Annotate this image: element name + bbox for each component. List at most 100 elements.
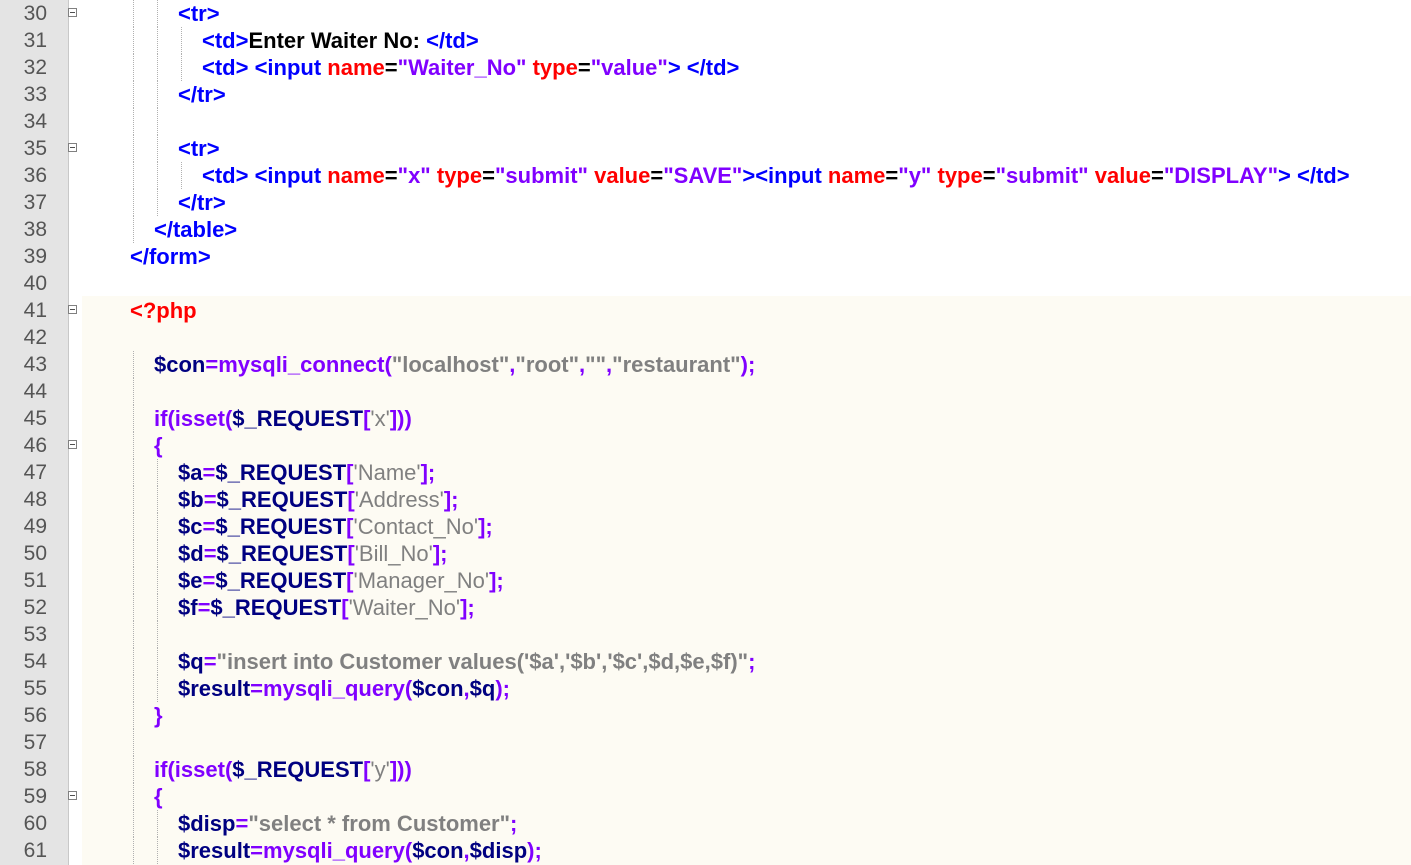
token-op: = bbox=[205, 352, 219, 377]
fold-toggle-icon[interactable] bbox=[68, 440, 77, 449]
token-attr: type bbox=[532, 55, 578, 80]
token-func: mysqli_query bbox=[263, 676, 405, 701]
token-func: mysqli_connect bbox=[218, 352, 385, 377]
indent-guide bbox=[133, 567, 134, 594]
code-line[interactable]: 46 { bbox=[0, 432, 1411, 459]
indent-guide bbox=[133, 729, 134, 756]
line-number: 31 bbox=[23, 29, 47, 52]
code-line[interactable]: 54 $q="insert into Customer values('$a','… bbox=[0, 648, 1411, 675]
indent-guide bbox=[157, 459, 158, 486]
code-text: { bbox=[154, 432, 163, 459]
token-php: <?php bbox=[130, 298, 197, 323]
code-text: <td> <input name="x" type="submit" value… bbox=[202, 162, 1350, 189]
code-line[interactable]: 42 bbox=[0, 324, 1411, 351]
indent-guide bbox=[133, 189, 134, 216]
indent-guide bbox=[133, 0, 134, 27]
code-line[interactable]: 31 <td>Enter Waiter No: </td> bbox=[0, 27, 1411, 54]
fold-toggle-icon[interactable] bbox=[68, 791, 77, 800]
line-number: 44 bbox=[23, 380, 47, 403]
code-line[interactable]: 57 bbox=[0, 729, 1411, 756]
indent-guide bbox=[157, 189, 158, 216]
code-line[interactable]: 32 <td> <input name="Waiter_No" type="val… bbox=[0, 54, 1411, 81]
code-line[interactable]: 30 <tr> bbox=[0, 0, 1411, 27]
token-op: [ bbox=[346, 514, 354, 539]
code-line[interactable]: 34 bbox=[0, 108, 1411, 135]
code-line[interactable]: 41 <?php bbox=[0, 297, 1411, 324]
token-punct: = bbox=[1150, 163, 1164, 188]
fold-toggle-icon[interactable] bbox=[68, 305, 77, 314]
code-text: <td> <input name="Waiter_No" type="value… bbox=[202, 54, 739, 81]
token-op: ( bbox=[167, 757, 175, 782]
token-var: $f bbox=[178, 595, 198, 620]
code-line[interactable]: 44 bbox=[0, 378, 1411, 405]
code-text: $b=$_REQUEST['Address']; bbox=[178, 486, 458, 513]
code-line[interactable]: 60 $disp="select * from Customer"; bbox=[0, 810, 1411, 837]
token-op: ); bbox=[495, 676, 511, 701]
token-var: $_REQUEST bbox=[215, 460, 347, 485]
token-op: { bbox=[154, 784, 163, 809]
code-line[interactable]: 43 $con=mysqli_connect("localhost","root"… bbox=[0, 351, 1411, 378]
token-var: $con bbox=[412, 676, 464, 701]
token-op: ]; bbox=[478, 514, 493, 539]
token-var: $con bbox=[412, 838, 464, 863]
code-line[interactable]: 58 if(isset($_REQUEST['y'])) bbox=[0, 756, 1411, 783]
code-line[interactable]: 37 </tr> bbox=[0, 189, 1411, 216]
code-line[interactable]: 45 if(isset($_REQUEST['x'])) bbox=[0, 405, 1411, 432]
fold-toggle-icon[interactable] bbox=[68, 8, 77, 17]
indent-guide bbox=[133, 513, 134, 540]
token-op: { bbox=[154, 433, 163, 458]
indent-guide bbox=[133, 702, 134, 729]
code-line[interactable]: 40 bbox=[0, 270, 1411, 297]
code-line[interactable]: 52 $f=$_REQUEST['Waiter_No']; bbox=[0, 594, 1411, 621]
code-line[interactable]: 56} bbox=[0, 702, 1411, 729]
token-op: [ bbox=[347, 487, 355, 512]
indent-guide bbox=[157, 675, 158, 702]
code-line[interactable]: 55 $result=mysqli_query($con,$q); bbox=[0, 675, 1411, 702]
token-attr: type bbox=[937, 163, 983, 188]
indent-guide bbox=[157, 837, 158, 864]
code-text: <?php bbox=[130, 297, 197, 324]
code-line[interactable]: 49 $c=$_REQUEST['Contact_No']; bbox=[0, 513, 1411, 540]
code-editor[interactable]: 30 <tr> 31 <td>Enter Waiter No: </td> 32 <td>… bbox=[0, 0, 1411, 865]
token-sq: 'Manager_No' bbox=[353, 568, 490, 593]
code-line[interactable]: 48 $b=$_REQUEST['Address']; bbox=[0, 486, 1411, 513]
indent-guide bbox=[181, 162, 182, 189]
code-line[interactable]: 38 </table> bbox=[0, 216, 1411, 243]
line-number: 61 bbox=[23, 839, 47, 862]
indent-guide bbox=[133, 81, 134, 108]
code-line[interactable]: 59 { bbox=[0, 783, 1411, 810]
code-line[interactable]: 35 <tr> bbox=[0, 135, 1411, 162]
token-var: $b bbox=[178, 487, 204, 512]
token-dq: "insert into Customer values('$a','$b','… bbox=[216, 649, 749, 674]
code-text: </tr> bbox=[178, 189, 226, 216]
line-number: 45 bbox=[23, 407, 47, 430]
code-text: $disp="select * from Customer"; bbox=[178, 810, 517, 837]
code-line[interactable]: 61 $result=mysqli_query($con,$disp); bbox=[0, 837, 1411, 864]
indent-guide bbox=[133, 837, 134, 864]
token-op: ])) bbox=[389, 406, 412, 431]
token-op: = bbox=[202, 568, 216, 593]
token-func: mysqli_query bbox=[263, 838, 405, 863]
code-text: </tr> bbox=[178, 81, 226, 108]
fold-toggle-icon[interactable] bbox=[68, 143, 77, 152]
line-number: 57 bbox=[23, 731, 47, 754]
token-attr: value bbox=[1094, 163, 1151, 188]
code-line[interactable]: 50 $d=$_REQUEST['Bill_No']; bbox=[0, 540, 1411, 567]
code-line[interactable]: 53 bbox=[0, 621, 1411, 648]
code-line[interactable]: 36 <td> <input name="x" type="submit" val… bbox=[0, 162, 1411, 189]
line-number: 55 bbox=[23, 677, 47, 700]
token-var: $a bbox=[178, 460, 203, 485]
code-line[interactable]: 39 </form> bbox=[0, 243, 1411, 270]
line-number: 35 bbox=[23, 137, 47, 160]
indent-guide bbox=[133, 108, 134, 135]
code-line[interactable]: 47 $a=$_REQUEST['Name']; bbox=[0, 459, 1411, 486]
token-var: $e bbox=[178, 568, 203, 593]
line-number: 37 bbox=[23, 191, 47, 214]
token-var: $_REQUEST bbox=[215, 514, 347, 539]
code-line[interactable]: 33 </tr> bbox=[0, 81, 1411, 108]
token-var: $_REQUEST bbox=[216, 487, 348, 512]
token-punct: = bbox=[384, 163, 398, 188]
token-str: "Waiter_No" bbox=[397, 55, 527, 80]
code-line[interactable]: 51 $e=$_REQUEST['Manager_No']; bbox=[0, 567, 1411, 594]
indent-guide bbox=[133, 135, 134, 162]
